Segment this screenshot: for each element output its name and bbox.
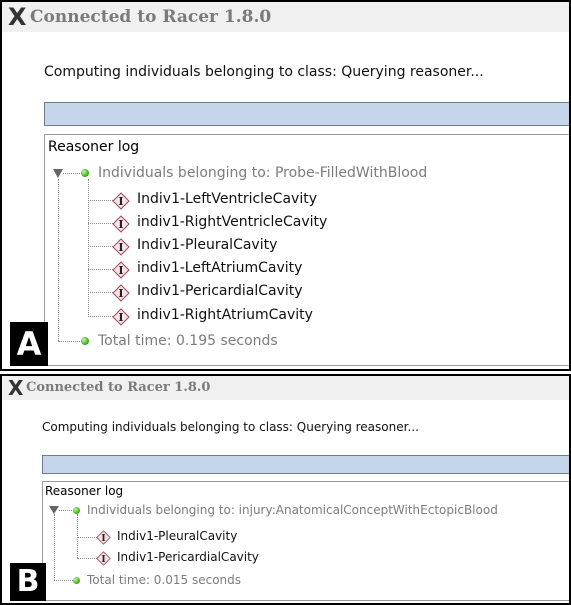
individual-item[interactable]: Indiv1-PericardialCavity [137, 283, 303, 299]
total-time: Total time: 0.195 seconds [98, 333, 278, 349]
panel-label-badge: A [10, 322, 48, 366]
svg-text:I: I [101, 533, 105, 544]
progress-bar [42, 455, 569, 474]
individual-diamond-icon: I [112, 215, 130, 233]
status-text: Computing individuals belonging to class… [42, 420, 419, 434]
individual-item[interactable]: Indiv1-PleuralCavity [117, 529, 237, 543]
expanded-triangle-icon[interactable] [53, 169, 63, 178]
query-header: Individuals belonging to: Probe-FilledWi… [98, 165, 428, 181]
svg-text:I: I [101, 554, 105, 565]
window-title: Connected to Racer 1.8.0 [26, 380, 211, 395]
log-title: Reasoner log [45, 484, 124, 498]
svg-text:I: I [118, 218, 123, 231]
reasoner-log-panel[interactable]: Reasoner log Individuals belonging to: i… [42, 481, 569, 601]
racer-dialog-b: X Connected to Racer 1.8.0 Computing ind… [0, 374, 571, 605]
expanded-triangle-icon[interactable] [49, 506, 59, 514]
individual-item[interactable]: Indiv1-LeftVentricleCavity [137, 191, 317, 207]
svg-text:I: I [118, 195, 123, 208]
log-title: Reasoner log [48, 139, 140, 155]
individual-item[interactable]: indiv1-LeftAtriumCavity [137, 260, 302, 276]
individual-diamond-icon: I [96, 530, 111, 545]
green-dot-icon [73, 507, 80, 514]
panel-label-badge: B [10, 563, 46, 601]
individual-item[interactable]: Indiv1-PleuralCavity [137, 237, 277, 253]
individual-diamond-icon: I [112, 284, 130, 302]
total-time: Total time: 0.015 seconds [87, 573, 242, 587]
individual-item[interactable]: indiv1-RightVentricleCavity [137, 214, 327, 230]
progress-bar [44, 102, 569, 126]
x-window-icon: X [8, 3, 27, 31]
individual-diamond-icon: I [112, 261, 130, 279]
individual-diamond-icon: I [96, 551, 111, 566]
green-dot-icon [81, 337, 89, 345]
svg-text:I: I [118, 287, 123, 300]
svg-text:I: I [118, 264, 123, 277]
individual-diamond-icon: I [112, 308, 130, 326]
title-bar[interactable]: X Connected to Racer 1.8.0 [2, 376, 569, 400]
x-window-icon: X [8, 376, 24, 400]
svg-text:I: I [118, 241, 123, 254]
individual-item[interactable]: indiv1-RightAtriumCavity [137, 307, 313, 323]
title-bar[interactable]: X Connected to Racer 1.8.0 [2, 2, 569, 32]
individual-diamond-icon: I [112, 238, 130, 256]
individual-diamond-icon: I [112, 192, 130, 210]
status-text: Computing individuals belonging to class… [44, 64, 484, 80]
green-dot-icon [73, 577, 80, 584]
window-title: Connected to Racer 1.8.0 [30, 7, 272, 27]
individual-item[interactable]: Indiv1-PericardialCavity [117, 550, 259, 564]
green-dot-icon [81, 169, 89, 177]
reasoner-log-panel[interactable]: Reasoner log Individuals belonging to: P… [44, 134, 569, 366]
svg-text:I: I [118, 311, 123, 324]
query-header: Individuals belonging to: injury:Anatomi… [87, 503, 498, 517]
racer-dialog-a: X Connected to Racer 1.8.0 Computing ind… [0, 0, 571, 371]
